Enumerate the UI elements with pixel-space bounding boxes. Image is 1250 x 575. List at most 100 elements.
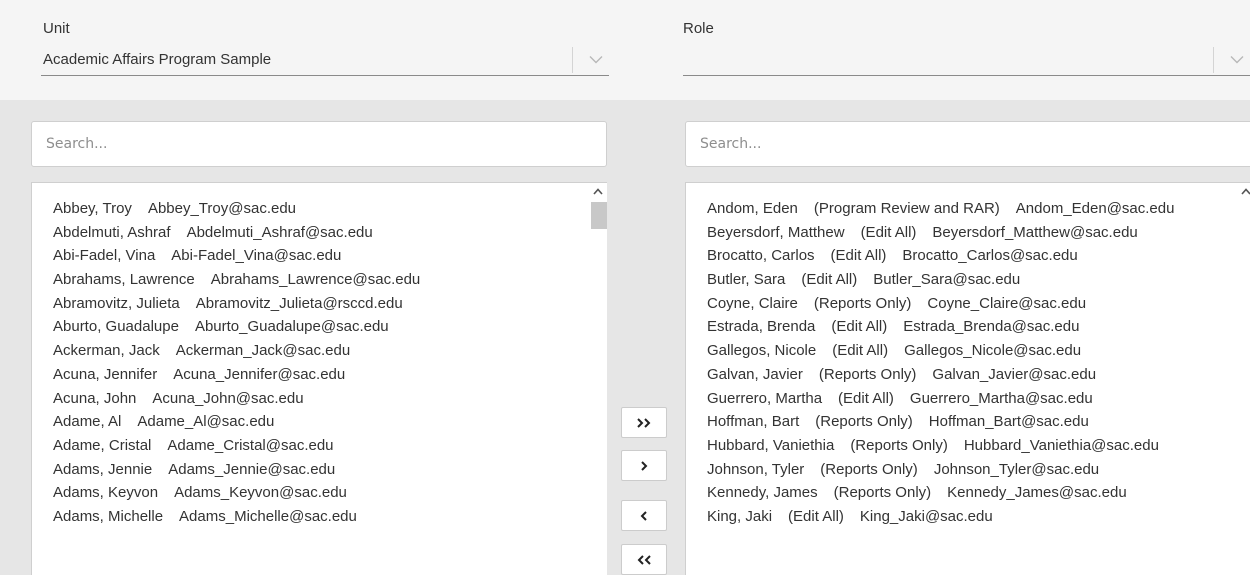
- list-item-email: Galvan_Javier@sac.edu: [932, 365, 1097, 383]
- list-item-name: Adams, Michelle: [53, 507, 164, 525]
- list-item-name: Abi-Fadel, Vina: [53, 247, 156, 265]
- list-item[interactable]: Brocatto, Carlos (Edit All) Brocatto_Carlo…: [707, 244, 1250, 268]
- list-item[interactable]: Abi-Fadel, Vina Abi-Fadel_Vina@sac.edu: [53, 244, 607, 268]
- list-item-role: (Reports Only): [813, 294, 912, 312]
- chevron-up-icon[interactable]: [589, 183, 606, 200]
- chevron-down-icon[interactable]: [1224, 50, 1250, 70]
- available-users-list: Abbey, Troy Abbey_Troy@sac.edu Abdelmuti, …: [31, 182, 607, 575]
- filter-bar: Unit Academic Affairs Program Sample Rol…: [0, 0, 1250, 100]
- list-item-name: Estrada, Brenda: [707, 318, 816, 336]
- list-item[interactable]: Gallegos, Nicole (Edit All) Gallegos_Nicol…: [707, 339, 1250, 363]
- unit-select[interactable]: Academic Affairs Program Sample: [41, 44, 609, 76]
- list-item-role: (Edit All): [801, 271, 858, 289]
- list-item-email: Adame_Al@sac.edu: [137, 413, 275, 431]
- list-item[interactable]: Acuna, Jennifer Acuna_Jennifer@sac.edu: [53, 363, 607, 387]
- role-label: Role: [683, 20, 714, 37]
- list-item-role: (Edit All): [830, 247, 887, 265]
- list-item[interactable]: Andom, Eden (Program Review and RAR) Andom…: [707, 197, 1250, 221]
- assigned-search-input[interactable]: [685, 121, 1250, 167]
- list-item-role: (Edit All): [831, 318, 888, 336]
- list-item[interactable]: Kennedy, James (Reports Only) Kennedy_Jame…: [707, 481, 1250, 505]
- list-item[interactable]: Hoffman, Bart (Reports Only) Hoffman_Bart@…: [707, 410, 1250, 434]
- list-item[interactable]: Coyne, Claire (Reports Only) Coyne_Claire@…: [707, 292, 1250, 316]
- list-item-name: Brocatto, Carlos: [707, 247, 815, 265]
- list-item-name: Guerrero, Martha: [707, 389, 823, 407]
- list-item[interactable]: Hubbard, Vaniethia (Reports Only) Hubbard_…: [707, 434, 1250, 458]
- add-button[interactable]: [621, 450, 667, 481]
- assigned-users-list: Andom, Eden (Program Review and RAR) Andom…: [685, 182, 1250, 575]
- list-item-name: Abrahams, Lawrence: [53, 271, 195, 289]
- list-item[interactable]: Abdelmuti, Ashraf Abdelmuti_Ashraf@sac.ed…: [53, 221, 607, 245]
- list-item[interactable]: Adame, Al Adame_Al@sac.edu: [53, 410, 607, 434]
- unit-label: Unit: [43, 20, 70, 37]
- list-item-name: Abbey, Troy: [53, 200, 132, 217]
- double-chevron-right-icon: [637, 417, 651, 428]
- list-item[interactable]: Adams, Michelle Adams_Michelle@sac.edu: [53, 505, 607, 529]
- list-item-name: Acuna, John: [53, 389, 137, 407]
- list-item-email: Ackerman_Jack@sac.edu: [175, 342, 351, 360]
- list-item-email: Abi-Fadel_Vina@sac.edu: [171, 247, 342, 265]
- list-item-name: King, Jaki: [707, 507, 773, 525]
- list-item[interactable]: Butler, Sara (Edit All) Butler_Sara@sac.ed…: [707, 268, 1250, 292]
- list-item[interactable]: Adams, Keyvon Adams_Keyvon@sac.edu: [53, 481, 607, 505]
- list-item[interactable]: King, Jaki (Edit All) King_Jaki@sac.edu: [707, 505, 1250, 529]
- list-item-name: Gallegos, Nicole: [707, 342, 817, 360]
- unit-select-divider: [572, 46, 573, 73]
- remove-button[interactable]: [621, 500, 667, 531]
- list-item[interactable]: Acuna, John Acuna_John@sac.edu: [53, 387, 607, 411]
- role-select[interactable]: [683, 44, 1250, 76]
- unit-select-value: Academic Affairs Program Sample: [43, 51, 272, 68]
- remove-all-button[interactable]: [621, 544, 667, 575]
- list-item[interactable]: Galvan, Javier (Reports Only) Galvan_Javie…: [707, 363, 1250, 387]
- list-item-email: Guerrero_Martha@sac.edu: [909, 389, 1093, 407]
- list-item[interactable]: Adame, Cristal Adame_Cristal@sac.edu: [53, 434, 607, 458]
- list-item-name: Butler, Sara: [707, 271, 786, 289]
- list-item-role: (Edit All): [860, 223, 917, 241]
- list-item[interactable]: Johnson, Tyler (Reports Only) Johnson_Tyle…: [707, 458, 1250, 482]
- list-item-name: Kennedy, James: [707, 484, 818, 502]
- list-item-role: (Edit All): [832, 342, 889, 360]
- list-item-role: (Edit All): [838, 389, 894, 407]
- double-chevron-left-icon: [637, 554, 651, 565]
- assigned-scrollbar[interactable]: [1237, 183, 1250, 575]
- chevron-down-icon[interactable]: [583, 50, 609, 70]
- list-item-email: Abrahams_Lawrence@sac.edu: [210, 271, 421, 289]
- list-item-email: Acuna_John@sac.edu: [152, 389, 304, 407]
- available-search-input[interactable]: [31, 121, 607, 167]
- list-item-email: Aburto_Guadalupe@sac.edu: [194, 318, 389, 336]
- list-item-name: Abdelmuti, Ashraf: [53, 223, 171, 241]
- list-item[interactable]: Guerrero, Martha (Edit All) Guerrero_Marth…: [707, 387, 1250, 411]
- list-item-name: Hubbard, Vaniethia: [707, 436, 835, 454]
- list-item-email: Adams_Jennie@sac.edu: [168, 460, 336, 478]
- list-item[interactable]: Aburto, Guadalupe Aburto_Guadalupe@sac.ed…: [53, 315, 607, 339]
- list-item-email: Abramovitz_Julieta@rsccd.edu: [195, 294, 403, 312]
- list-item[interactable]: Beyersdorf, Matthew (Edit All) Beyersdorf_…: [707, 221, 1250, 245]
- list-item-role: (Reports Only): [815, 413, 913, 431]
- list-item-email: Brocatto_Carlos@sac.edu: [902, 247, 1078, 265]
- list-item[interactable]: Abrahams, Lawrence Abrahams_Lawrence@sac.…: [53, 268, 607, 292]
- list-item-role: (Reports Only): [820, 460, 918, 478]
- list-item-name: Galvan, Javier: [707, 365, 803, 383]
- list-item-email: Gallegos_Nicole@sac.edu: [904, 342, 1082, 360]
- scroll-thumb[interactable]: [591, 202, 607, 229]
- available-scrollbar[interactable]: [589, 183, 607, 575]
- list-item[interactable]: Abramovitz, Julieta Abramovitz_Julieta@rs…: [53, 292, 607, 316]
- list-item[interactable]: Adams, Jennie Adams_Jennie@sac.edu: [53, 458, 607, 482]
- list-item-name: Adame, Cristal: [53, 436, 152, 454]
- list-item-name: Ackerman, Jack: [53, 342, 160, 360]
- available-list: Abbey, Troy Abbey_Troy@sac.edu Abdelmuti, …: [32, 183, 607, 529]
- list-item-role: (Reports Only): [850, 436, 948, 454]
- list-item[interactable]: Estrada, Brenda (Edit All) Estrada_Brenda@…: [707, 315, 1250, 339]
- list-item-email: Hubbard_Vaniethia@sac.edu: [963, 436, 1159, 454]
- chevron-left-icon: [640, 510, 647, 521]
- list-item[interactable]: Ackerman, Jack Ackerman_Jack@sac.edu: [53, 339, 607, 363]
- list-item-name: Adams, Jennie: [53, 460, 153, 478]
- add-all-button[interactable]: [621, 407, 667, 438]
- chevron-up-icon[interactable]: [1237, 183, 1250, 200]
- list-item[interactable]: Abbey, Troy Abbey_Troy@sac.edu: [53, 197, 607, 221]
- list-item-name: Hoffman, Bart: [707, 413, 800, 431]
- list-item-name: Abramovitz, Julieta: [53, 294, 180, 312]
- list-item-email: Acuna_Jennifer@sac.edu: [173, 365, 346, 383]
- list-item-email: Andom_Eden@sac.edu: [1015, 200, 1175, 217]
- role-select-divider: [1213, 46, 1214, 73]
